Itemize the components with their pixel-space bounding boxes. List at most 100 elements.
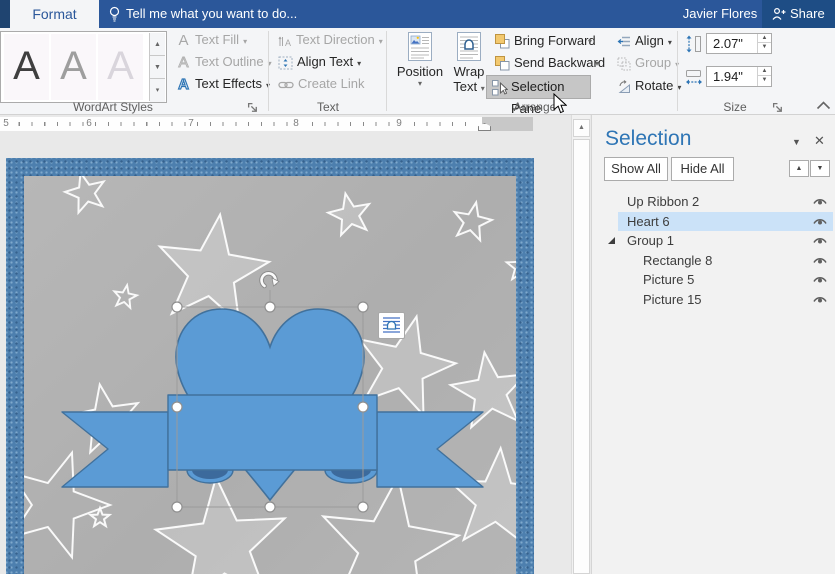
- bring-forward-dropdown[interactable]: ▾: [588, 37, 592, 46]
- word-window: Format Tell me what you want to do... Ja…: [0, 0, 835, 574]
- height-down-button[interactable]: ▼: [758, 43, 771, 52]
- selection-pane-icon: [492, 80, 508, 96]
- selection-pane-item[interactable]: Picture 5: [592, 270, 835, 289]
- share-button[interactable]: Share: [762, 0, 835, 28]
- width-down-button[interactable]: ▼: [758, 76, 771, 85]
- lightbulb-icon: [108, 6, 121, 23]
- send-backward-dropdown[interactable]: ▾: [595, 59, 599, 68]
- wordart-style-tile[interactable]: A: [51, 34, 96, 100]
- wordart-gallery[interactable]: AAA ▲ ▼ ▾: [0, 31, 167, 103]
- selection-pane-item[interactable]: Rectangle 8: [592, 251, 835, 270]
- visibility-eye-icon[interactable]: [811, 215, 829, 229]
- align-objects-icon: [617, 35, 631, 48]
- gallery-more-button[interactable]: ▾: [150, 79, 165, 102]
- wrap-text-icon: [457, 32, 481, 61]
- selection-pane-item[interactable]: Group 1: [592, 231, 835, 250]
- shape-height-icon: [685, 35, 702, 53]
- group-separator: [677, 31, 678, 111]
- move-up-button[interactable]: ▲: [789, 160, 809, 177]
- selection-item-label: Rectangle 8: [643, 253, 712, 268]
- horizontal-ruler[interactable]: 56789: [0, 117, 533, 131]
- tell-me-label: Tell me what you want to do...: [126, 0, 297, 28]
- wordart-style-tile[interactable]: A: [98, 34, 143, 100]
- width-spinner: ▲ ▼: [757, 67, 771, 86]
- text-effects-icon: A: [176, 76, 191, 93]
- scrollbar-thumb[interactable]: [573, 139, 590, 574]
- ribbon-left-tail: [62, 412, 168, 487]
- align-text-button[interactable]: Align Text▾: [278, 54, 361, 72]
- group-separator: [268, 31, 269, 111]
- selection-pane-button[interactable]: Selection Pane: [486, 75, 591, 99]
- text-outline-button[interactable]: AText Outline▾: [176, 54, 272, 72]
- gallery-up-button[interactable]: ▲: [150, 33, 165, 56]
- shape-width-value: 1.94": [713, 69, 743, 84]
- text-effects-button[interactable]: AText Effects▾: [176, 76, 270, 94]
- shape-width-icon: [685, 69, 703, 86]
- text-direction-button[interactable]: A Text Direction▾: [278, 32, 383, 50]
- share-label: Share: [790, 0, 825, 28]
- vertical-scrollbar[interactable]: ▲: [571, 115, 590, 574]
- selection-pane-title: Selection: [605, 127, 691, 151]
- shape-height-value: 2.07": [713, 36, 743, 51]
- visibility-eye-icon[interactable]: [811, 293, 829, 307]
- height-up-button[interactable]: ▲: [758, 34, 771, 43]
- window-edge: [0, 0, 10, 28]
- pane-menu-icon[interactable]: ▼: [792, 137, 801, 147]
- ruler-number: 7: [186, 118, 196, 130]
- text-fill-icon: A: [176, 32, 191, 49]
- text-outline-icon: A: [176, 54, 191, 71]
- selection-item-label: Up Ribbon 2: [627, 194, 699, 209]
- rotate-objects-icon: [617, 80, 631, 94]
- arrange-group-label: Arrange: [470, 101, 600, 114]
- width-up-button[interactable]: ▲: [758, 67, 771, 76]
- expand-triangle-icon[interactable]: [607, 236, 616, 245]
- scroll-up-button[interactable]: ▲: [573, 119, 590, 137]
- wrap-text-button[interactable]: Wrap Text ▾: [449, 31, 489, 101]
- create-link-button[interactable]: Create Link: [278, 76, 364, 94]
- share-person-icon: [772, 7, 787, 21]
- collapse-ribbon-icon[interactable]: [816, 101, 831, 110]
- size-group-label: Size: [690, 101, 780, 114]
- ruler-number: 5: [1, 118, 11, 130]
- selection-pane-item[interactable]: Up Ribbon 2: [592, 192, 835, 211]
- selection-item-label: Picture 15: [643, 292, 702, 307]
- group-button[interactable]: Group▾: [617, 55, 679, 73]
- align-text-icon: [278, 56, 293, 70]
- visibility-eye-icon[interactable]: [811, 195, 829, 209]
- layout-options-icon: [379, 313, 404, 338]
- group-separator: [386, 31, 387, 111]
- layout-options-button[interactable]: [378, 312, 405, 339]
- send-backward-button[interactable]: Send Backward: [495, 55, 605, 73]
- tab-format[interactable]: Format: [10, 0, 99, 28]
- wordart-group-label: WordArt Styles: [46, 101, 180, 114]
- shapes-layer: [6, 158, 534, 574]
- visibility-eye-icon[interactable]: [811, 254, 829, 268]
- visibility-eye-icon[interactable]: [811, 234, 829, 248]
- show-all-button[interactable]: Show All: [604, 157, 668, 181]
- gallery-down-button[interactable]: ▼: [150, 56, 165, 79]
- send-backward-icon: [495, 56, 510, 71]
- wordart-style-tile[interactable]: A: [4, 34, 49, 100]
- pane-close-icon[interactable]: ✕: [814, 133, 825, 149]
- text-group-label: Text: [278, 101, 378, 114]
- wordart-dialog-launcher-icon[interactable]: [247, 102, 259, 114]
- ruler-number: 9: [394, 118, 404, 130]
- selection-pane-item[interactable]: Picture 15: [592, 290, 835, 309]
- user-name[interactable]: Javier Flores: [678, 0, 762, 28]
- svg-text:A: A: [285, 38, 291, 48]
- position-button[interactable]: Position ▾: [394, 31, 446, 101]
- selection-pane-item[interactable]: Heart 6: [592, 212, 835, 231]
- hide-all-button[interactable]: Hide All: [671, 157, 734, 181]
- align-button[interactable]: Align▾: [617, 33, 672, 51]
- shape-width-field[interactable]: 1.94" ▲ ▼: [706, 66, 772, 87]
- rotate-button[interactable]: Rotate▾: [617, 78, 681, 96]
- visibility-eye-icon[interactable]: [811, 273, 829, 287]
- tell-me-box[interactable]: Tell me what you want to do...: [99, 0, 399, 28]
- group-objects-icon: [617, 57, 631, 71]
- size-dialog-launcher-icon[interactable]: [772, 102, 784, 114]
- bring-forward-button[interactable]: Bring Forward: [495, 33, 596, 51]
- text-fill-button[interactable]: AText Fill▾: [176, 32, 247, 50]
- shape-height-field[interactable]: 2.07" ▲ ▼: [706, 33, 772, 54]
- rotation-handle[interactable]: [262, 273, 279, 286]
- move-down-button[interactable]: ▼: [810, 160, 830, 177]
